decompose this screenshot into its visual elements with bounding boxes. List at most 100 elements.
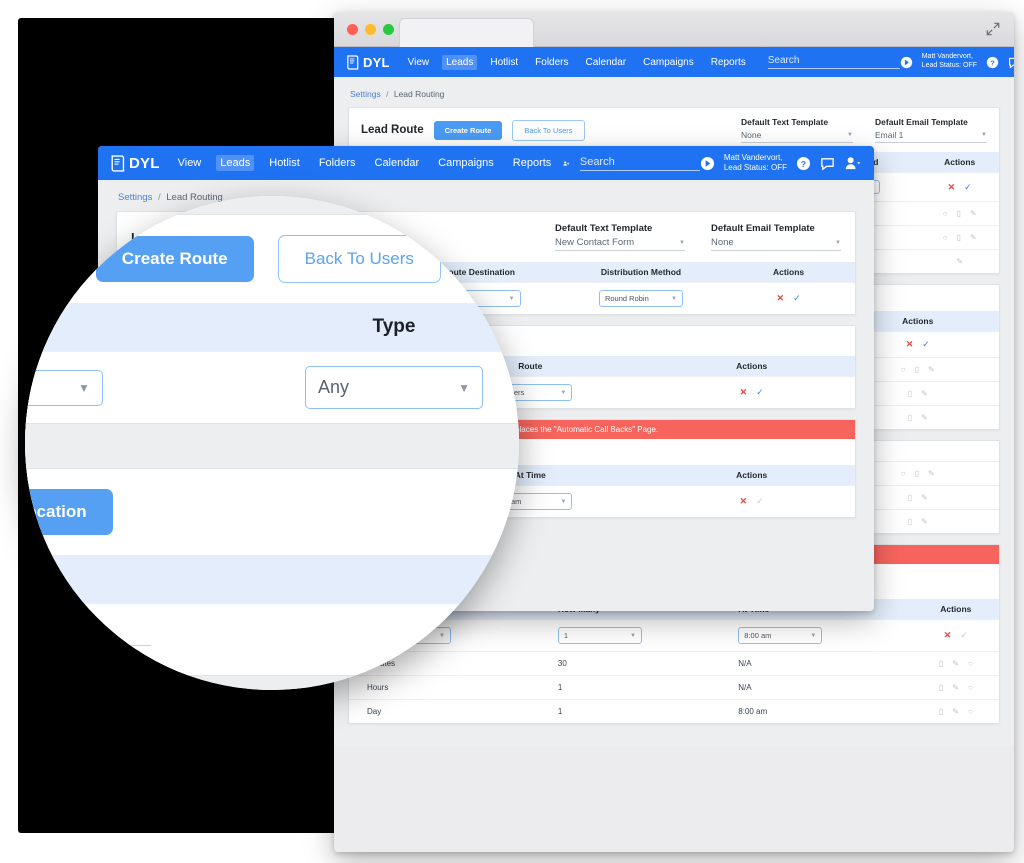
trash-icon[interactable]: ▯ bbox=[939, 659, 943, 668]
default-email-template-select-back[interactable]: Email 1 ▼ bbox=[875, 130, 987, 143]
circle-icon[interactable]: ○ bbox=[968, 707, 973, 716]
chat-bubble-icon[interactable] bbox=[1008, 56, 1014, 69]
pencil-icon[interactable]: ✎ bbox=[921, 389, 928, 398]
pencil-icon[interactable]: ✎ bbox=[952, 707, 959, 716]
add-user-icon[interactable] bbox=[563, 156, 570, 171]
magnified-back-to-users-button[interactable]: Back To Users bbox=[277, 235, 441, 283]
how-many-select[interactable]: 1 ▼ bbox=[557, 627, 642, 644]
pencil-icon[interactable]: ✎ bbox=[921, 517, 928, 526]
minimize-window-dot[interactable] bbox=[365, 24, 376, 35]
nav-item-view[interactable]: View bbox=[404, 55, 434, 70]
magnified-table-row[interactable]: ▼ Any▼ Lead Connect▼ bbox=[25, 351, 519, 423]
brand-logo-mid[interactable]: DYL bbox=[110, 155, 160, 172]
nav-item-calendar[interactable]: Calendar bbox=[582, 55, 631, 70]
pencil-icon[interactable]: ✎ bbox=[970, 233, 977, 242]
check-icon[interactable]: ✓ bbox=[960, 630, 968, 641]
trash-icon[interactable]: ▯ bbox=[908, 413, 912, 422]
create-route-button-back[interactable]: Create Route bbox=[433, 120, 503, 140]
circle-icon[interactable]: ○ bbox=[901, 365, 906, 374]
check-icon[interactable]: ✓ bbox=[964, 182, 972, 193]
record-circle-icon[interactable] bbox=[700, 156, 715, 171]
user-info-mid[interactable]: Matt Vandervort, Lead Status: OFF bbox=[724, 153, 787, 173]
window-chrome-back bbox=[334, 12, 1014, 47]
x-icon[interactable]: ✕ bbox=[740, 496, 748, 507]
magnified-location-input[interactable] bbox=[60, 632, 151, 646]
pencil-icon[interactable]: ✎ bbox=[921, 493, 928, 502]
brand-logo-back[interactable]: DYL bbox=[346, 55, 390, 70]
magnified-source-select[interactable]: ▼ bbox=[25, 369, 103, 406]
circle-icon[interactable]: ○ bbox=[943, 209, 948, 218]
nav-item-leads[interactable]: Leads bbox=[442, 54, 478, 70]
table-row[interactable]: Day 1 8:00 am ▯ ✎ ○ bbox=[349, 699, 999, 723]
trash-icon[interactable]: ▯ bbox=[908, 389, 912, 398]
window-traffic-lights[interactable] bbox=[347, 24, 394, 35]
pencil-icon[interactable]: ✎ bbox=[928, 365, 935, 374]
check-icon[interactable]: ✓ bbox=[793, 293, 801, 304]
nav-item-hotlist-mid[interactable]: Hotlist bbox=[265, 155, 304, 171]
default-text-template-select-mid[interactable]: New Contact Form ▼ bbox=[555, 237, 685, 251]
search-input-mid[interactable] bbox=[579, 155, 700, 171]
nav-item-reports[interactable]: Reports bbox=[707, 55, 750, 70]
trash-icon[interactable]: ▯ bbox=[908, 493, 912, 502]
help-circle-icon[interactable]: ? bbox=[986, 56, 999, 69]
user-name-back: Matt Vandervort, bbox=[921, 53, 973, 61]
nav-item-leads-mid[interactable]: Leads bbox=[216, 155, 255, 171]
nav-item-folders[interactable]: Folders bbox=[531, 55, 572, 70]
account-icon[interactable] bbox=[844, 156, 862, 171]
at-time-select[interactable]: 8:00 am ▼ bbox=[738, 627, 823, 644]
nav-item-folders-mid[interactable]: Folders bbox=[315, 155, 360, 171]
trash-icon[interactable]: ▯ bbox=[939, 707, 943, 716]
trash-icon[interactable]: ▯ bbox=[957, 233, 961, 242]
nav-item-calendar-mid[interactable]: Calendar bbox=[371, 155, 424, 171]
magnified-location-select[interactable]: Zip▼ bbox=[456, 618, 519, 661]
trash-icon[interactable]: ▯ bbox=[908, 517, 912, 526]
nav-item-view-mid[interactable]: View bbox=[174, 155, 206, 171]
help-circle-icon[interactable]: ? bbox=[796, 156, 811, 171]
nav-item-reports-mid[interactable]: Reports bbox=[509, 155, 556, 171]
pencil-icon[interactable]: ✎ bbox=[956, 257, 963, 266]
browser-tab[interactable] bbox=[399, 18, 534, 47]
record-circle-icon[interactable] bbox=[900, 56, 913, 69]
circle-icon[interactable]: ○ bbox=[943, 233, 948, 242]
magnified-add-location-button[interactable]: Add Location bbox=[25, 489, 113, 535]
default-text-template-select-back[interactable]: None ▼ bbox=[741, 130, 853, 143]
magnified-type-select[interactable]: Any ▼ bbox=[304, 366, 483, 409]
magnified-create-route-button[interactable]: Create Route bbox=[95, 236, 254, 282]
expand-arrows-icon[interactable] bbox=[986, 22, 1000, 36]
check-icon[interactable]: ✓ bbox=[922, 339, 930, 350]
trash-icon[interactable]: ▯ bbox=[957, 209, 961, 218]
check-icon[interactable]: ✓ bbox=[756, 387, 764, 398]
close-window-dot[interactable] bbox=[347, 24, 358, 35]
distribution-method-value-mid: Round Robin bbox=[604, 294, 649, 303]
trash-icon[interactable]: ▯ bbox=[939, 683, 943, 692]
circle-icon[interactable]: ○ bbox=[901, 469, 906, 478]
trash-icon[interactable]: ▯ bbox=[915, 469, 919, 478]
check-icon[interactable]: ✓ bbox=[756, 496, 764, 507]
user-info-back[interactable]: Matt Vandervort, Lead Status: OFF bbox=[922, 53, 977, 71]
back-to-users-button-back[interactable]: Back To Users bbox=[512, 119, 585, 141]
nav-item-campaigns[interactable]: Campaigns bbox=[639, 55, 698, 70]
pencil-icon[interactable]: ✎ bbox=[952, 659, 959, 668]
circle-icon[interactable]: ○ bbox=[968, 659, 973, 668]
maximize-window-dot[interactable] bbox=[383, 24, 394, 35]
pencil-icon[interactable]: ✎ bbox=[970, 209, 977, 218]
x-icon[interactable]: ✕ bbox=[948, 182, 956, 193]
nav-item-hotlist[interactable]: Hotlist bbox=[486, 55, 522, 70]
magnified-table-row[interactable]: Zip▼ bbox=[25, 603, 519, 675]
x-icon[interactable]: ✕ bbox=[944, 630, 952, 641]
x-icon[interactable]: ✕ bbox=[906, 339, 914, 350]
nav-item-campaigns-mid[interactable]: Campaigns bbox=[434, 155, 498, 171]
x-icon[interactable]: ✕ bbox=[740, 387, 748, 398]
distribution-method-select-mid[interactable]: Round Robin ▼ bbox=[598, 290, 683, 307]
search-input-back[interactable] bbox=[767, 55, 900, 69]
pencil-icon[interactable]: ✎ bbox=[952, 683, 959, 692]
breadcrumb-root-back[interactable]: Settings bbox=[350, 89, 381, 99]
trash-icon[interactable]: ▯ bbox=[915, 365, 919, 374]
chat-bubble-icon[interactable] bbox=[820, 156, 835, 171]
x-icon[interactable]: ✕ bbox=[777, 293, 785, 304]
pencil-icon[interactable]: ✎ bbox=[921, 413, 928, 422]
chevron-down-icon: ▼ bbox=[835, 239, 841, 246]
circle-icon[interactable]: ○ bbox=[968, 683, 973, 692]
default-email-template-select-mid[interactable]: None ▼ bbox=[711, 237, 841, 251]
pencil-icon[interactable]: ✎ bbox=[928, 469, 935, 478]
